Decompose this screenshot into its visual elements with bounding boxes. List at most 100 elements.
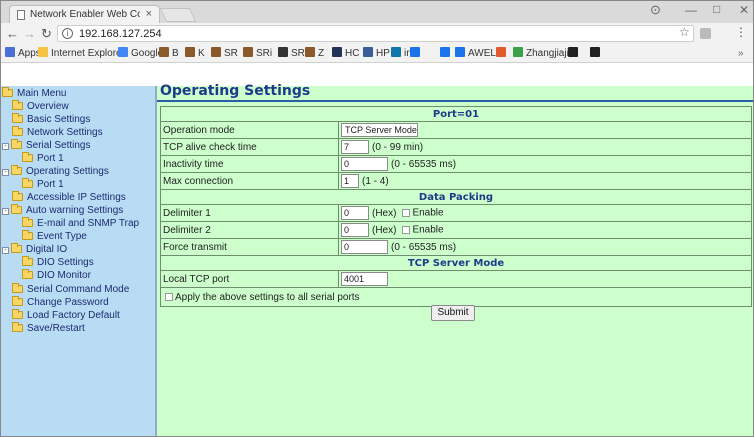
sidebar-item-serial-port-1[interactable]: Port 1: [22, 152, 64, 165]
force-transmit-input[interactable]: 0: [341, 240, 388, 254]
table-row: TCP alive check time 7 (0 - 99 min): [160, 138, 752, 156]
bookmark-zhangjiajie[interactable]: Zhangjiajie: [513, 47, 574, 59]
sidebar-item-accessible-ip[interactable]: Accessible IP Settings: [12, 191, 126, 204]
bookmark-bookmark-18[interactable]: [568, 47, 581, 59]
apply-all-label: Apply the above settings to all serial p…: [175, 291, 360, 303]
data-packing-header: Data Packing: [160, 189, 752, 205]
sidebar-item-basic-settings[interactable]: Basic Settings: [12, 113, 90, 126]
sidebar-item-network-settings[interactable]: Network Settings: [12, 126, 103, 139]
sidebar-item-serial-settings[interactable]: - Serial Settings: [2, 139, 91, 152]
sidebar-item-save-restart[interactable]: Save/Restart: [12, 322, 85, 335]
submit-button[interactable]: Submit: [431, 305, 475, 321]
table-row: Force transmit 0 (0 - 65535 ms): [160, 238, 752, 256]
sidebar-item-auto-warning[interactable]: - Auto warning Settings: [2, 204, 123, 217]
local-tcp-port-label: Local TCP port: [160, 270, 339, 288]
close-tab-icon[interactable]: ×: [146, 8, 152, 20]
bookmark-label: AWEL: [468, 48, 496, 59]
bookmark-favicon-icon: [590, 47, 600, 57]
bookmark-sri[interactable]: SRi: [243, 47, 272, 59]
operation-mode-select[interactable]: TCP Server Mode ▾: [341, 123, 418, 147]
browser-tab[interactable]: Network Enabler Web Co ×: [9, 5, 160, 23]
delimiter-1-enable-checkbox[interactable]: [402, 208, 411, 217]
sidebar-item-label: Port 1: [37, 153, 64, 164]
folder-open-icon: [11, 204, 22, 214]
table-row: Apply the above settings to all serial p…: [160, 287, 752, 307]
url-text[interactable]: 192.168.127.254: [79, 28, 162, 40]
sidebar-item-event-type[interactable]: Event Type: [22, 230, 87, 243]
bookmark-linkedin[interactable]: in: [391, 47, 412, 59]
collapse-icon[interactable]: -: [2, 208, 9, 215]
info-icon[interactable]: i: [62, 28, 73, 39]
bookmark-b[interactable]: B: [159, 47, 179, 59]
bookmark-bookmark-13[interactable]: [410, 47, 423, 59]
bookmark-internet-explorer[interactable]: Internet Explorer: [38, 47, 125, 59]
collapse-icon[interactable]: -: [2, 247, 9, 254]
sidebar-item-digital-io[interactable]: - Digital IO: [2, 243, 67, 256]
bookmark-bookmark-16[interactable]: [496, 47, 509, 59]
bookmark-hp[interactable]: HP: [363, 47, 390, 59]
bookmark-bookmark-14[interactable]: [440, 47, 453, 59]
sidebar-item-serial-command-mode[interactable]: Serial Command Mode: [12, 283, 129, 296]
tcp-alive-range: (0 - 99 min): [372, 141, 424, 153]
main-menu-title[interactable]: Main Menu: [2, 87, 66, 100]
bookmarks-bar: Apps Internet Explorer Google B K SR SRi SR Z HC H…: [0, 44, 754, 63]
max-connection-input[interactable]: 1: [341, 174, 359, 188]
sidebar-item-dio-settings[interactable]: DIO Settings: [22, 256, 94, 269]
sidebar-item-dio-monitor[interactable]: DIO Monitor: [22, 269, 91, 282]
bookmark-sr[interactable]: SR: [211, 47, 238, 59]
new-tab-button[interactable]: [159, 8, 197, 22]
close-window-icon[interactable]: ✕: [739, 3, 749, 17]
bookmark-favicon-icon: [391, 47, 401, 57]
collapse-icon[interactable]: -: [2, 143, 9, 150]
address-bar[interactable]: i 192.168.127.254: [57, 25, 694, 42]
bookmark-z[interactable]: Z: [305, 47, 324, 59]
browser-menu-icon[interactable]: ⋮: [735, 25, 747, 39]
sidebar-item-overview[interactable]: Overview: [12, 100, 69, 113]
folder-open-icon: [11, 165, 22, 175]
sidebar-item-change-password[interactable]: Change Password: [12, 296, 109, 309]
delimiter-2-cell: 0 (Hex) Enable: [338, 221, 752, 239]
bookmark-star-icon[interactable]: ☆: [679, 25, 690, 39]
extension-icon[interactable]: [700, 28, 711, 39]
tcp-alive-input[interactable]: 7: [341, 140, 369, 154]
back-icon[interactable]: ←: [6, 26, 19, 41]
folder-icon: [22, 178, 33, 188]
bookmark-bookmark-19[interactable]: [590, 47, 603, 59]
sidebar-item-label: Event Type: [37, 231, 87, 242]
bookmark-k[interactable]: K: [185, 47, 205, 59]
sidebar-item-label: Overview: [27, 101, 69, 112]
maximize-icon[interactable]: □: [713, 2, 720, 16]
sidebar-item-operating-settings[interactable]: - Operating Settings: [2, 165, 109, 178]
sidebar-item-label: Load Factory Default: [27, 310, 120, 321]
bookmark-google[interactable]: Google: [118, 47, 163, 59]
bookmark-hc[interactable]: HC: [332, 47, 359, 59]
main-content: Operating Settings Port=01 Operation mod…: [157, 83, 754, 437]
table-row: Port=01: [160, 106, 752, 122]
page-title: Operating Settings: [160, 83, 311, 99]
forward-icon[interactable]: →: [23, 26, 36, 41]
profile-icon[interactable]: ⊙: [650, 2, 661, 18]
sidebar-item-load-factory-default[interactable]: Load Factory Default: [12, 309, 120, 322]
delimiter-2-input[interactable]: 0: [341, 223, 369, 237]
sidebar-item-label: Serial Settings: [26, 140, 91, 151]
minimize-icon[interactable]: —: [685, 3, 697, 17]
sidebar-item-operating-port-1[interactable]: Port 1: [22, 178, 64, 191]
bookmark-label: B: [172, 48, 179, 59]
folder-icon: [12, 191, 23, 201]
delimiter-1-input[interactable]: 0: [341, 206, 369, 220]
collapse-icon[interactable]: -: [2, 169, 9, 176]
bookmarks-overflow-icon[interactable]: »: [738, 48, 744, 59]
bookmark-sr-2[interactable]: SR: [278, 47, 305, 59]
folder-icon: [12, 126, 23, 136]
apply-all-checkbox[interactable]: [165, 292, 173, 301]
reload-icon[interactable]: ↻: [41, 26, 52, 42]
bookmark-apps[interactable]: Apps: [5, 47, 41, 59]
folder-icon: [22, 152, 33, 162]
tcp-server-mode-header: TCP Server Mode: [160, 255, 752, 271]
local-tcp-port-input[interactable]: 4001: [341, 272, 388, 286]
sidebar-item-label: Change Password: [27, 297, 109, 308]
inactivity-input[interactable]: 0: [341, 157, 388, 171]
bookmark-awel[interactable]: AWEL: [455, 47, 496, 59]
delimiter-2-enable-checkbox[interactable]: [402, 225, 411, 234]
sidebar-item-email-snmp[interactable]: E-mail and SNMP Trap: [22, 217, 139, 230]
